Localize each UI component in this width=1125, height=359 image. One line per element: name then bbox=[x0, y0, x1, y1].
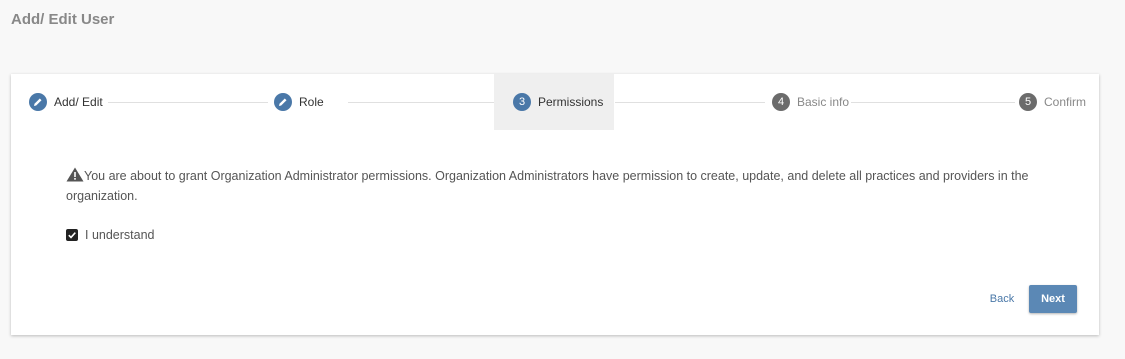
acknowledge-checkbox[interactable] bbox=[66, 229, 78, 241]
step-label: Basic info bbox=[797, 95, 850, 109]
step-number: 5 bbox=[1019, 93, 1037, 111]
step-add-edit[interactable]: Add/ Edit bbox=[29, 74, 103, 130]
back-button[interactable]: Back bbox=[981, 285, 1023, 313]
next-button[interactable]: Next bbox=[1029, 285, 1077, 313]
warning-triangle-icon bbox=[66, 167, 84, 187]
step-number: 4 bbox=[772, 93, 790, 111]
acknowledge-row[interactable]: I understand bbox=[66, 228, 155, 242]
step-permissions[interactable]: 3 Permissions bbox=[494, 74, 614, 130]
step-label: Role bbox=[299, 95, 324, 109]
step-connector bbox=[348, 102, 494, 103]
step-basic-info[interactable]: 4 Basic info bbox=[772, 74, 849, 130]
page-title: Add/ Edit User bbox=[11, 11, 115, 28]
step-connector bbox=[851, 102, 1015, 103]
acknowledge-label: I understand bbox=[85, 228, 155, 242]
checkmark-icon bbox=[68, 232, 76, 239]
permission-warning: You are about to grant Organization Admi… bbox=[66, 167, 1046, 205]
step-connector bbox=[108, 102, 268, 103]
stepper: Add/ Edit Role 3 Permissions 4 Basic inf… bbox=[11, 74, 1099, 130]
wizard-card: Add/ Edit Role 3 Permissions 4 Basic inf… bbox=[11, 74, 1099, 335]
warning-text: You are about to grant Organization Admi… bbox=[66, 169, 1029, 203]
step-role[interactable]: Role bbox=[274, 74, 324, 130]
step-confirm[interactable]: 5 Confirm bbox=[1019, 74, 1086, 130]
step-label: Permissions bbox=[538, 95, 604, 109]
pencil-icon bbox=[29, 93, 47, 111]
step-connector bbox=[615, 102, 765, 103]
pencil-icon bbox=[274, 93, 292, 111]
step-label: Confirm bbox=[1044, 95, 1087, 109]
step-label: Add/ Edit bbox=[54, 95, 103, 109]
step-number: 3 bbox=[513, 93, 531, 111]
